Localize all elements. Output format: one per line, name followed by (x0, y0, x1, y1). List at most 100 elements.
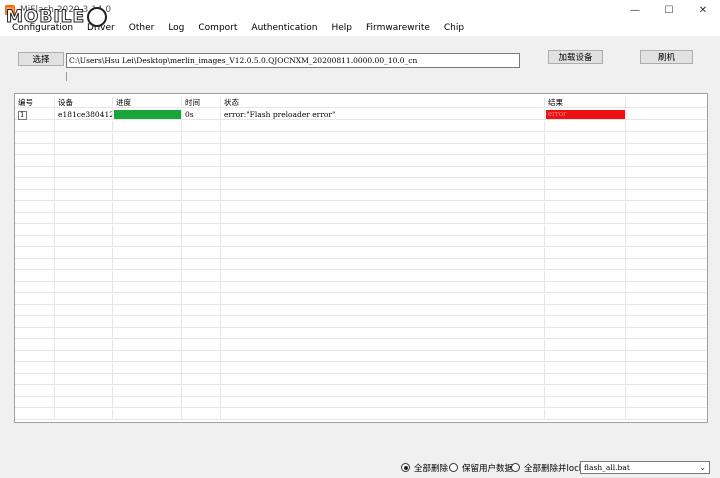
header-device[interactable]: 设备 (55, 97, 113, 108)
close-button[interactable]: ✕ (686, 0, 720, 20)
empty-cell (545, 190, 626, 201)
load-device-button[interactable]: 加载设备 (548, 50, 603, 64)
menu-chip[interactable]: Chip (437, 20, 471, 36)
cell-progress (113, 109, 182, 120)
empty-cell (221, 408, 545, 420)
minimize-button[interactable]: — (618, 0, 652, 20)
header-time[interactable]: 时间 (182, 97, 221, 108)
empty-cell (221, 293, 545, 305)
empty-cell (545, 213, 626, 224)
empty-row (15, 224, 707, 236)
empty-cell (182, 270, 221, 282)
empty-cell (55, 408, 113, 420)
empty-cell (221, 282, 545, 293)
empty-cell (15, 351, 55, 362)
empty-cell (545, 397, 626, 408)
select-button[interactable]: 选择 (18, 52, 64, 66)
empty-cell (113, 328, 182, 339)
empty-cell (113, 236, 182, 247)
table-row[interactable]: 1 e181ce380412 0s error:"Flash preloader… (15, 109, 707, 120)
empty-cell (545, 339, 626, 351)
empty-cell (55, 362, 113, 374)
empty-cell (545, 155, 626, 167)
empty-cell (182, 408, 221, 420)
empty-cell (15, 408, 55, 420)
radio-keep-user-data[interactable] (449, 463, 458, 472)
empty-cell (15, 397, 55, 408)
empty-cell (221, 224, 545, 236)
empty-cell (545, 408, 626, 420)
window-title: MiFlash 2020.3.14.0 (20, 5, 112, 15)
empty-cell (55, 247, 113, 259)
empty-cell (55, 155, 113, 167)
empty-cell (113, 385, 182, 397)
chevron-down-icon[interactable]: ⌄ (699, 462, 706, 473)
header-number[interactable]: 编号 (15, 97, 55, 108)
menu-authentication[interactable]: Authentication (244, 20, 324, 36)
empty-cell (113, 316, 182, 328)
empty-row (15, 178, 707, 190)
empty-cell (182, 293, 221, 305)
header-result[interactable]: 结果 (545, 97, 626, 108)
empty-cell (113, 247, 182, 259)
empty-cell (182, 178, 221, 190)
empty-cell (113, 270, 182, 282)
empty-row (15, 270, 707, 282)
empty-cell (182, 316, 221, 328)
empty-cell (221, 385, 545, 397)
empty-row (15, 397, 707, 408)
empty-cell (221, 167, 545, 178)
empty-cell (15, 362, 55, 374)
menu-configuration[interactable]: Configuration (0, 20, 80, 36)
empty-cell (113, 213, 182, 224)
device-grid[interactable]: 编号 设备 进度 时间 状态 结果 1 e181ce380412 0s erro… (14, 93, 708, 423)
menu-help[interactable]: Help (324, 20, 359, 36)
empty-cell (182, 362, 221, 374)
empty-cell (182, 385, 221, 397)
empty-cell (15, 374, 55, 385)
empty-cell (545, 282, 626, 293)
empty-cell (113, 408, 182, 420)
empty-cell (55, 178, 113, 190)
header-progress[interactable]: 进度 (113, 97, 182, 108)
radio-erase-all[interactable] (401, 463, 410, 472)
flash-button[interactable]: 刷机 (640, 50, 693, 64)
empty-cell (221, 328, 545, 339)
menu-log[interactable]: Log (161, 20, 191, 36)
empty-cell (55, 259, 113, 270)
radio-erase-and-lock[interactable] (511, 463, 520, 472)
empty-cell (15, 316, 55, 328)
empty-cell (113, 397, 182, 408)
menu-driver[interactable]: Driver (80, 20, 122, 36)
empty-row (15, 201, 707, 213)
empty-row (15, 305, 707, 316)
empty-cell (15, 155, 55, 167)
script-select[interactable]: flash_all.bat ⌄ (580, 461, 710, 474)
empty-cell (15, 190, 55, 201)
maximize-button[interactable]: ☐ (652, 0, 686, 20)
menu-firmwarewrite[interactable]: Firmwarewrite (359, 20, 437, 36)
option-keep-user-data[interactable]: 保留用户数据 (449, 462, 513, 474)
empty-cell (55, 374, 113, 385)
empty-row (15, 282, 707, 293)
empty-cell (221, 132, 545, 144)
empty-cell (15, 224, 55, 236)
header-status[interactable]: 状态 (221, 97, 545, 108)
empty-cell (545, 362, 626, 374)
empty-cell (113, 190, 182, 201)
menu-comport[interactable]: Comport (191, 20, 244, 36)
rom-path-input[interactable]: C:\Users\Hsu Lei\Desktop\merlin_images_V… (66, 53, 520, 68)
empty-cell (545, 328, 626, 339)
empty-cell (55, 270, 113, 282)
empty-cell (113, 351, 182, 362)
empty-cell (55, 397, 113, 408)
option-erase-and-lock[interactable]: 全部删除并lock (511, 462, 584, 474)
empty-row (15, 259, 707, 270)
empty-cell (182, 155, 221, 167)
option-erase-all[interactable]: 全部删除 (401, 462, 448, 474)
empty-cell (221, 213, 545, 224)
empty-row (15, 190, 707, 201)
empty-cell (55, 201, 113, 213)
empty-cell (182, 213, 221, 224)
menu-other[interactable]: Other (122, 20, 162, 36)
